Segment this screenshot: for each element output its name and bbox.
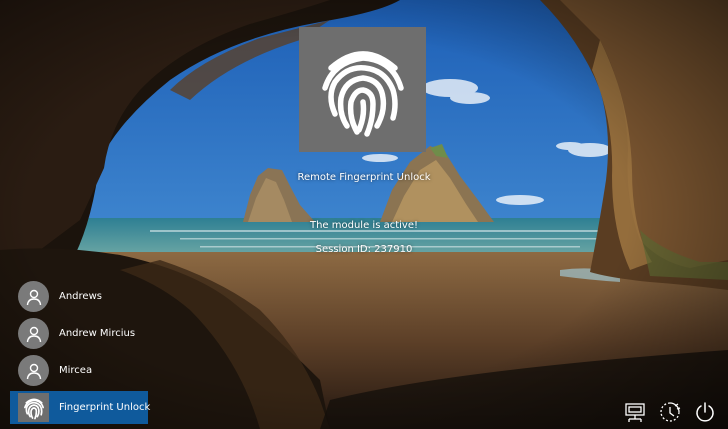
network-button[interactable]	[624, 401, 646, 423]
user-name: Andrews	[59, 291, 102, 302]
avatar	[18, 355, 49, 386]
user-name: Andrew Mircius	[59, 328, 136, 339]
power-icon	[696, 402, 714, 422]
user-name: Fingerprint Unlock	[59, 402, 151, 413]
avatar	[18, 393, 49, 422]
avatar	[18, 318, 49, 349]
power-button[interactable]	[694, 401, 716, 423]
user-item-andrews[interactable]: Andrews	[10, 278, 148, 315]
user-icon	[26, 326, 41, 342]
user-name: Mircea	[59, 365, 93, 376]
fingerprint-icon	[23, 398, 44, 419]
ease-of-access-icon	[660, 402, 681, 422]
lock-screen: Remote Fingerprint Unlock The module is …	[0, 0, 728, 429]
session-id: Session ID: 237910	[315, 244, 413, 255]
fingerprint-icon	[321, 50, 404, 137]
module-status: The module is active!	[309, 220, 418, 231]
user-item-mircea[interactable]: Mircea	[10, 352, 148, 389]
avatar	[18, 281, 49, 312]
user-list: Andrews Andrew Mircius Mircea Fingerprin…	[10, 278, 151, 424]
user-icon	[26, 363, 41, 379]
user-item-fingerprint-unlock[interactable]: Fingerprint Unlock	[10, 391, 151, 424]
user-item-andrew-mircius[interactable]: Andrew Mircius	[10, 315, 148, 352]
user-icon	[26, 289, 41, 305]
fingerprint-tile	[299, 27, 426, 152]
ease-of-access-button[interactable]	[659, 401, 681, 423]
app-title: Remote Fingerprint Unlock	[297, 172, 431, 183]
network-icon	[625, 403, 645, 422]
system-buttons	[624, 401, 716, 423]
